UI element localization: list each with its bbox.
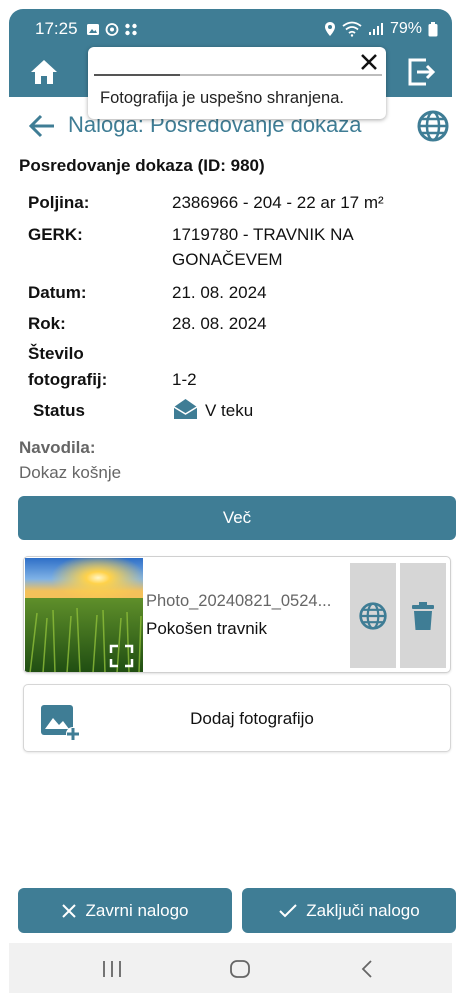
reject-task-label: Zavrni nalogo	[85, 900, 189, 920]
envelope-open-icon	[173, 399, 198, 419]
toast-message: Fotografija je uspešno shranjena.	[100, 89, 344, 107]
sync-notification-icon	[105, 22, 118, 36]
gallery-notification-icon	[86, 23, 99, 35]
toast-progress-bar	[94, 74, 382, 76]
instructions-text: Dokaz košnje	[19, 463, 122, 482]
system-nav-bar	[9, 943, 452, 993]
battery-level: 79%	[389, 20, 422, 37]
close-icon	[62, 903, 77, 918]
back-nav-icon[interactable]	[359, 959, 375, 979]
notification-icons	[86, 22, 138, 36]
check-icon	[279, 903, 298, 917]
photo-thumbnail-image	[25, 558, 143, 672]
field-label-stevilo-line1: Število	[28, 344, 84, 363]
field-label-poljina: Poljina:	[28, 193, 90, 212]
photo-card[interactable]: Photo_20240821_0524... Pokošen travnik	[23, 556, 451, 673]
close-icon[interactable]	[358, 51, 380, 73]
field-value-poljina: 2386966 - 204 - 22 ar 17 m²	[172, 193, 384, 212]
photo-location-button[interactable]	[350, 563, 396, 668]
globe-icon[interactable]	[416, 109, 450, 143]
toast-notification: Fotografija je uspešno shranjena.	[88, 47, 386, 119]
field-label-datum: Datum:	[28, 283, 87, 302]
recent-apps-icon[interactable]	[101, 959, 123, 979]
field-label-rok: Rok:	[28, 314, 66, 333]
photo-filename: Photo_20240821_0524...	[146, 592, 332, 610]
back-arrow-icon[interactable]	[28, 113, 56, 139]
instructions-label: Navodila:	[19, 438, 96, 457]
more-button[interactable]: Več	[18, 496, 456, 540]
complete-task-button[interactable]: Zaključi nalogo	[242, 888, 456, 933]
photo-delete-button[interactable]	[400, 563, 446, 668]
reject-task-button[interactable]: Zavrni nalogo	[18, 888, 232, 933]
toast-progress-fill	[94, 74, 181, 76]
wifi-icon	[342, 21, 362, 37]
field-value-status: V teku	[205, 401, 254, 420]
field-value-gerk-line2: GONAČEVEM	[172, 250, 283, 269]
add-photo-button[interactable]: Dodaj fotografijo	[23, 684, 451, 752]
logout-icon[interactable]	[406, 56, 438, 88]
field-label-status: Status	[33, 401, 85, 420]
apps-notification-icon	[124, 23, 137, 35]
task-section-title: Posredovanje dokaza (ID: 980)	[19, 156, 265, 175]
signal-icon	[368, 23, 383, 35]
field-value-stevilo: 1-2	[172, 370, 197, 389]
field-value-gerk-line1: 1719780 - TRAVNIK NA	[172, 225, 354, 244]
complete-task-label: Zaključi nalogo	[306, 900, 420, 920]
status-time: 17:25	[35, 19, 78, 38]
location-icon	[324, 22, 335, 36]
photo-description: Pokošen travnik	[146, 619, 267, 638]
trash-icon	[412, 601, 434, 630]
home-icon[interactable]	[29, 57, 59, 87]
home-nav-icon[interactable]	[229, 959, 251, 979]
photo-thumbnail[interactable]	[25, 558, 143, 672]
status-bar: 17:25 79%	[9, 9, 452, 49]
field-value-datum: 21. 08. 2024	[172, 283, 267, 302]
add-photo-label: Dodaj fotografijo	[190, 709, 314, 728]
field-label-gerk: GERK:	[28, 225, 83, 244]
status-right: 79%	[324, 20, 438, 38]
globe-icon	[359, 601, 387, 630]
battery-icon	[428, 21, 438, 36]
field-value-rok: 28. 08. 2024	[172, 314, 267, 333]
field-label-stevilo-line2: fotografij:	[28, 370, 108, 389]
